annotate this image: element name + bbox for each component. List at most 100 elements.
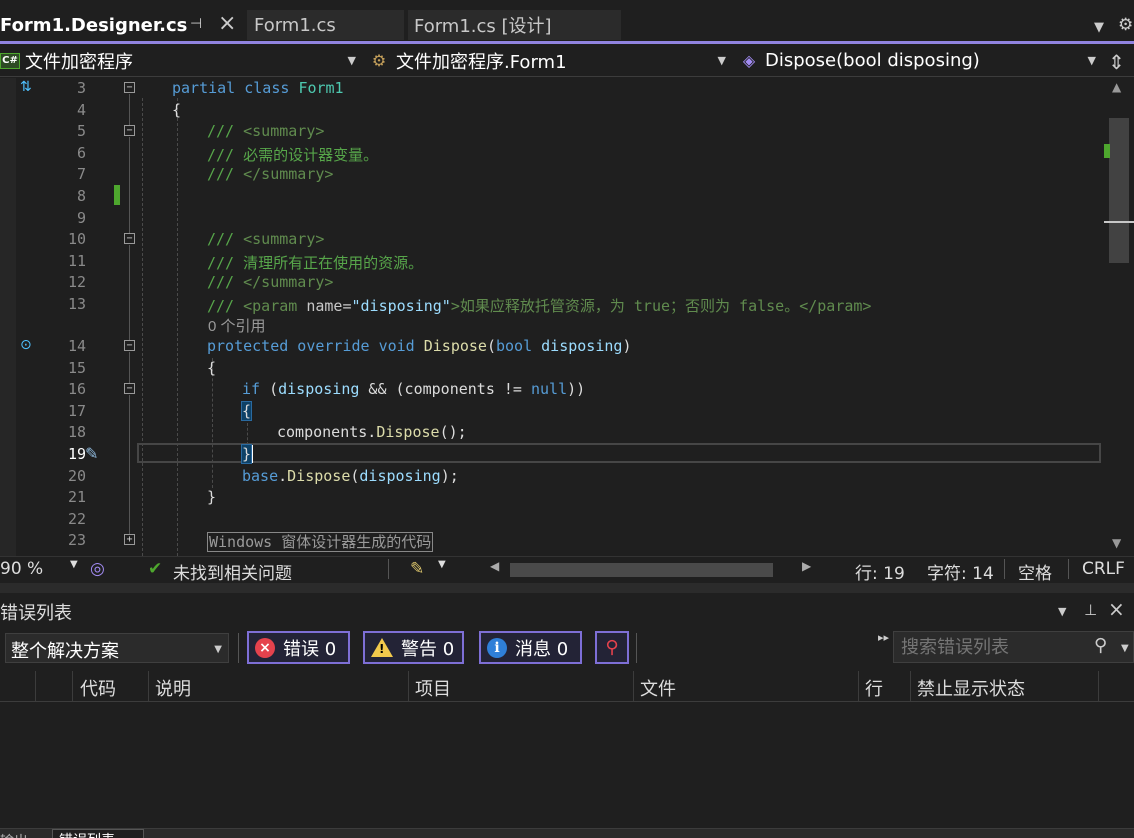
class-dropdown-label: 文件加密程序.Form1	[396, 51, 567, 73]
line-number: 15	[67, 359, 86, 377]
warnings-filter-label: 警告 0	[401, 638, 455, 660]
messages-filter-button[interactable]: i 消息 0	[479, 631, 582, 664]
xml-attr-value: "disposing"	[351, 297, 451, 315]
code-line-11: /// 清理所有正在使用的资源。	[207, 254, 424, 272]
column-header-description[interactable]: 说明	[150, 671, 409, 701]
collapse-icon[interactable]: −	[124, 82, 135, 93]
code-editor[interactable]: 3 4 5 6 7 8 9 10 11 12 13 14 15 16 17 18…	[0, 78, 1104, 556]
collapse-icon[interactable]: −	[124, 383, 135, 394]
caret-char[interactable]: 字符: 14	[927, 559, 994, 584]
code-line-20: base.Dispose(disposing);	[242, 467, 459, 485]
line-number: 20	[67, 467, 86, 485]
column-header-code[interactable]: 代码	[75, 671, 149, 701]
line-number: 17	[67, 402, 86, 420]
implemented-by-icon[interactable]: ⇅	[20, 79, 32, 95]
collapsed-region[interactable]: Windows 窗体设计器生成的代码	[207, 532, 434, 552]
scope-dropdown[interactable]: 整个解决方案 ▼	[5, 633, 229, 663]
keyword: bool	[496, 337, 533, 355]
tab-form1-cs[interactable]: Form1.cs	[247, 10, 404, 40]
build-intellisense-filter-button[interactable]: ⚲	[595, 631, 629, 664]
line-number: 12	[67, 273, 86, 291]
collapse-icon[interactable]: −	[124, 233, 135, 244]
pin-icon[interactable]: ⊣	[190, 16, 202, 32]
scrollbar-thumb[interactable]	[1109, 118, 1129, 263]
parameter: disposing	[359, 467, 441, 485]
error-list-header: 代码 说明 项目 文件 行 禁止显示状态	[0, 671, 1134, 702]
tab-overflow-dropdown-icon[interactable]: ▼	[1094, 20, 1104, 35]
scroll-left-icon[interactable]: ◀	[490, 559, 499, 573]
zoom-level[interactable]: 90 %	[0, 559, 43, 579]
close-icon[interactable]: ×	[1108, 597, 1125, 621]
column-header-project[interactable]: 项目	[410, 671, 634, 701]
chevron-down-icon: ▼	[1087, 54, 1096, 67]
identifier: components.	[277, 423, 377, 441]
comment-prefix: ///	[207, 230, 244, 248]
collapse-icon[interactable]: −	[124, 125, 135, 136]
line-number: 3	[76, 79, 86, 97]
expand-icon[interactable]: +	[124, 534, 135, 545]
warning-icon	[371, 638, 393, 657]
tab-form1-cs-design[interactable]: Form1.cs [设计]	[408, 10, 621, 40]
vertical-scrollbar[interactable]: ▲ ▼	[1104, 78, 1134, 556]
line-number: 5	[76, 122, 86, 140]
line-number: 10	[67, 230, 86, 248]
column-header-file[interactable]: 文件	[635, 671, 859, 701]
caret-line[interactable]: 行: 19	[855, 559, 905, 584]
code-line-16: if (disposing && (components != null))	[242, 380, 585, 398]
overflow-icon[interactable]: ▸▸	[878, 631, 889, 644]
horizontal-scrollbar-thumb[interactable]	[510, 563, 773, 577]
filter-icon: ⚲	[605, 637, 619, 658]
keyword: null	[531, 380, 568, 398]
whitespace-mode[interactable]: 空格	[1018, 559, 1052, 584]
split-editor-icon[interactable]: ⇕	[1108, 50, 1125, 74]
scroll-down-icon[interactable]: ▼	[1112, 536, 1121, 550]
xml-doc-text: >如果应释放托管资源，为 true；否则为 false。</param>	[450, 297, 872, 315]
search-icon[interactable]: ⚲	[1094, 635, 1107, 656]
change-marker	[1104, 144, 1110, 158]
code-cleanup-brush-icon[interactable]: ✎	[410, 559, 424, 579]
tab-error-list[interactable]: 错误列表	[52, 829, 144, 838]
panel-splitter[interactable]	[0, 583, 1134, 593]
column-header-icon[interactable]	[36, 671, 73, 701]
errors-filter-button[interactable]: × 错误 0	[247, 631, 350, 664]
member-dropdown[interactable]: ◈ Dispose(bool disposing) ▼	[738, 46, 1102, 75]
line-ending[interactable]: CRLF	[1082, 559, 1125, 579]
matching-brace: }	[240, 444, 253, 464]
scroll-up-icon[interactable]: ▲	[1112, 80, 1121, 94]
tab-form1-designer-cs[interactable]: Form1.Designer.cs ⊣ ×	[0, 10, 245, 40]
quick-actions-brush-icon[interactable]: ✎	[85, 444, 98, 463]
keyword: protected override void	[207, 337, 415, 355]
divider	[388, 559, 389, 579]
chevron-down-icon[interactable]: ▼	[70, 559, 78, 570]
chevron-down-icon[interactable]: ▼	[1121, 643, 1129, 654]
close-icon[interactable]: ×	[218, 11, 236, 36]
overrides-icon[interactable]: ⊙	[20, 337, 32, 353]
xml-doc-tag: </summary>	[243, 273, 334, 291]
pin-icon[interactable]: ⊥	[1084, 601, 1097, 619]
window-position-dropdown-icon[interactable]: ▼	[1058, 605, 1066, 618]
column-header-severity[interactable]	[0, 671, 36, 701]
class-dropdown[interactable]: ⚙ 文件加密程序.Form1 ▼	[368, 46, 732, 75]
warnings-filter-button[interactable]: 警告 0	[363, 631, 464, 664]
outline-line	[129, 137, 130, 233]
comment-prefix: ///	[207, 165, 244, 183]
column-header-suppression-state[interactable]: 禁止显示状态	[912, 671, 1099, 701]
tab-output[interactable]: 输出	[0, 831, 28, 838]
csharp-project-icon: C#	[0, 52, 20, 69]
copilot-icon[interactable]: ◎	[90, 559, 105, 579]
chevron-down-icon[interactable]: ▼	[438, 559, 446, 570]
scroll-right-icon[interactable]: ▶	[802, 559, 811, 573]
tool-window-tabs: 输出 错误列表	[0, 828, 1134, 838]
collapse-icon[interactable]: −	[124, 340, 135, 351]
errors-filter-label: 错误 0	[283, 638, 337, 660]
column-header-line[interactable]: 行	[860, 671, 911, 701]
gear-icon[interactable]: ⚙	[1118, 15, 1133, 35]
issues-status[interactable]: 未找到相关问题	[173, 559, 292, 584]
expression: && (components !=	[359, 380, 531, 398]
member-dropdown-label: Dispose(bool disposing)	[765, 50, 980, 71]
codelens-references[interactable]: 0 个引用	[208, 315, 266, 336]
outline-line	[129, 352, 130, 383]
code-line-13: /// <param name="disposing">如果应释放托管资源，为 …	[207, 295, 871, 316]
project-dropdown[interactable]: C# 文件加密程序 ▼	[0, 46, 362, 75]
divider	[1004, 559, 1005, 579]
